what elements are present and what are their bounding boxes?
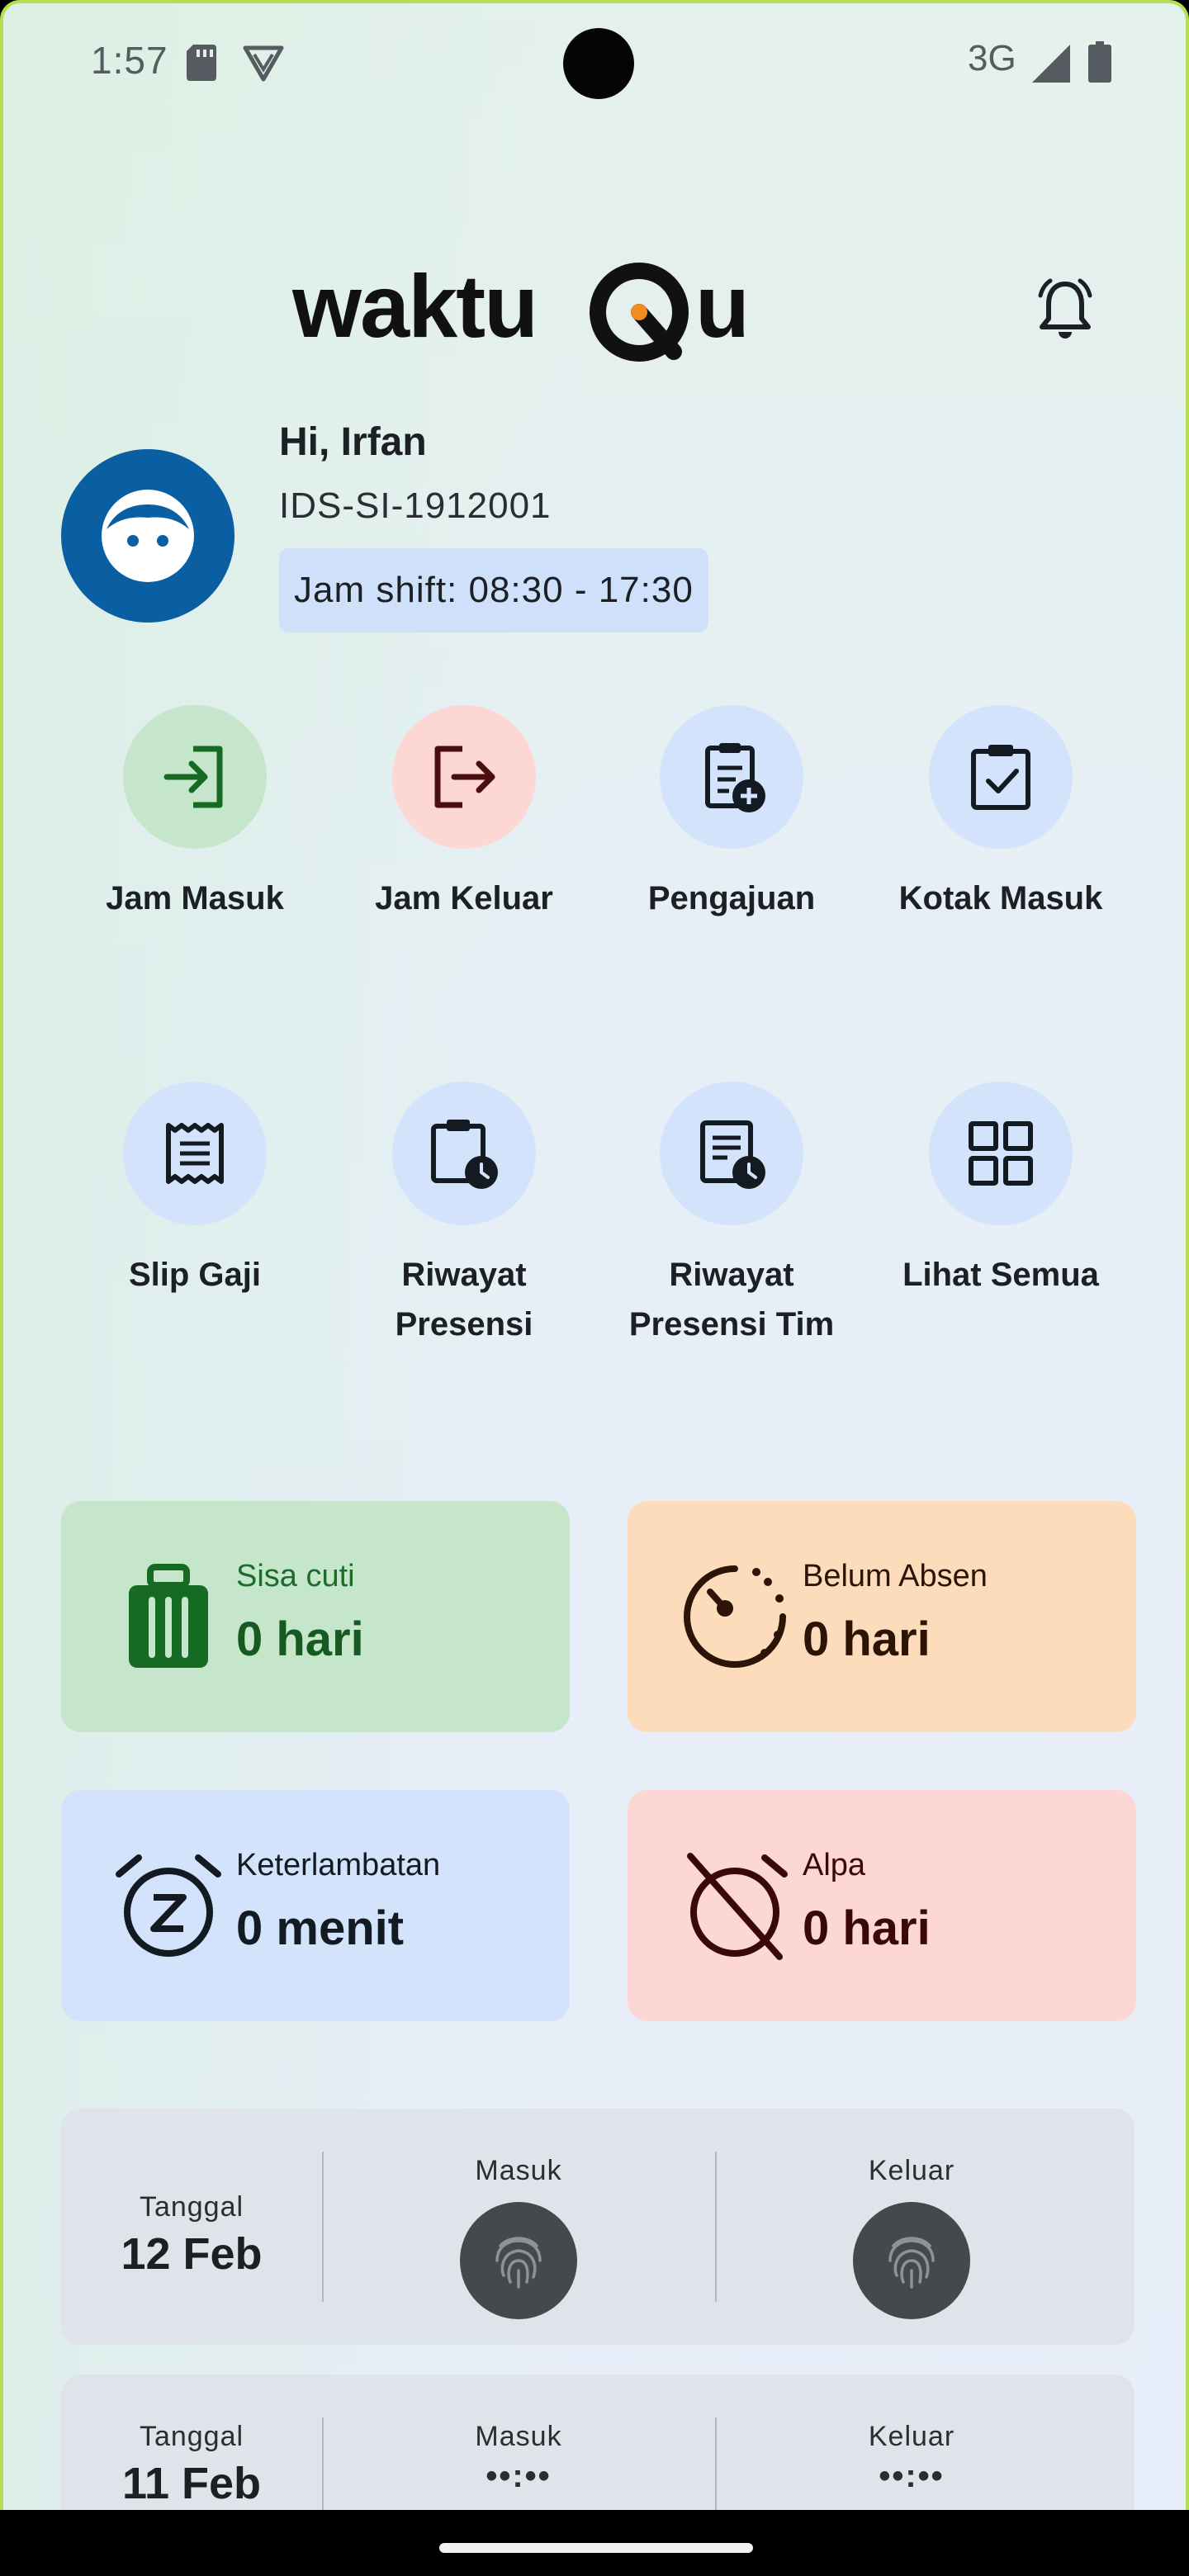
login-icon (163, 746, 223, 808)
alarm-snooze-icon (116, 1854, 221, 1957)
fingerprint-out-button[interactable] (853, 2202, 970, 2319)
svg-text:u: u (695, 256, 750, 356)
signal-icon (1032, 45, 1070, 83)
menu-riwayat-presensi[interactable]: Riwayat Presensi (340, 1082, 588, 1349)
logout-icon (434, 746, 495, 808)
date-label: Tanggal (139, 2421, 244, 2452)
stat-value: 0 hari (803, 1612, 931, 1666)
stat-card-alpa[interactable]: Alpa 0 hari (628, 1790, 1136, 2021)
clipboard-check-icon (971, 745, 1030, 810)
attendance-row[interactable]: Tanggal 11 Feb Masuk ••:•• Keluar ••:•• (61, 2375, 1135, 2510)
date-label: Tanggal (139, 2191, 244, 2223)
svg-text:waktu: waktu (292, 256, 537, 356)
face-icon (102, 490, 194, 582)
fingerprint-icon (495, 2237, 542, 2289)
menu-label: Pengajuan (647, 880, 816, 916)
menu-label: Lihat Semua (902, 1257, 1099, 1293)
alarm-off-icon (687, 1853, 788, 1960)
notification-bell-icon[interactable] (1032, 276, 1098, 342)
timer-icon (684, 1565, 786, 1668)
in-label: Masuk (475, 2421, 562, 2452)
grid-icon (969, 1121, 1033, 1186)
out-label: Keluar (868, 2421, 955, 2452)
status-bar: 1:57 3G (3, 3, 1186, 119)
app-screen: 1:57 3G waktu u Hi, Irfan IDS-SI-1912001… (0, 0, 1189, 2510)
stat-card-keterlambatan[interactable]: Keterlambatan 0 menit (61, 1790, 570, 2021)
greeting-text: Hi, Irfan (279, 420, 427, 464)
clipboard-add-icon (705, 743, 765, 812)
out-label: Keluar (868, 2155, 955, 2186)
stat-label: Keterlambatan (236, 1848, 441, 1882)
menu-label: Kotak Masuk (898, 880, 1103, 916)
receipt-icon (166, 1123, 224, 1184)
attendance-row[interactable]: Tanggal 12 Feb Masuk Keluar (61, 2109, 1135, 2345)
menu-label: Jam Keluar (375, 880, 553, 916)
menu-label: Jam Masuk (106, 880, 284, 916)
vpn-icon (243, 45, 284, 82)
menu-label: Riwayat Presensi Tim (628, 1257, 835, 1342)
fingerprint-icon (888, 2237, 935, 2289)
document-clock-icon (700, 1120, 765, 1189)
sd-card-icon (187, 45, 216, 81)
stat-card-belum-absen[interactable]: Belum Absen 0 hari (628, 1501, 1136, 1732)
battery-icon (1088, 41, 1111, 83)
menu-lihat-semua[interactable]: Lihat Semua (877, 1082, 1125, 1300)
clock-out-time: ••:•• (879, 2458, 945, 2494)
menu-pengajuan[interactable]: Pengajuan (608, 705, 855, 923)
stat-label: Belum Absen (803, 1559, 988, 1593)
stat-value: 0 hari (803, 1901, 931, 1955)
front-camera (563, 28, 634, 99)
stat-label: Alpa (803, 1848, 866, 1882)
avatar[interactable] (61, 449, 234, 623)
shift-badge: Jam shift: 08:30 - 17:30 (279, 548, 708, 632)
clock-in-time: ••:•• (486, 2458, 552, 2494)
brand-logo: waktu u (292, 256, 750, 362)
menu-kotak-masuk[interactable]: Kotak Masuk (877, 705, 1125, 923)
in-label: Masuk (475, 2155, 562, 2186)
menu-jam-masuk[interactable]: Jam Masuk (71, 705, 319, 923)
network-type: 3G (968, 38, 1016, 78)
luggage-icon (129, 1564, 208, 1668)
menu-riwayat-presensi-tim[interactable]: Riwayat Presensi Tim (608, 1082, 855, 1349)
menu-jam-keluar[interactable]: Jam Keluar (340, 705, 588, 923)
attendance-date: 12 Feb (121, 2229, 263, 2279)
home-gesture-handle[interactable] (439, 2543, 753, 2553)
menu-label: Riwayat Presensi (395, 1257, 533, 1342)
stat-value: 0 hari (236, 1612, 364, 1666)
clipboard-clock-icon (431, 1120, 498, 1189)
stat-card-sisa-cuti[interactable]: Sisa cuti 0 hari (61, 1501, 570, 1732)
status-time: 1:57 (91, 39, 168, 82)
attendance-date: 11 Feb (121, 2459, 262, 2508)
stat-value: 0 menit (236, 1901, 405, 1955)
menu-slip-gaji[interactable]: Slip Gaji (71, 1082, 319, 1300)
stat-label: Sisa cuti (236, 1559, 355, 1593)
menu-label: Slip Gaji (128, 1257, 262, 1293)
employee-id: IDS-SI-1912001 (279, 485, 552, 526)
fingerprint-in-button[interactable] (460, 2202, 577, 2319)
